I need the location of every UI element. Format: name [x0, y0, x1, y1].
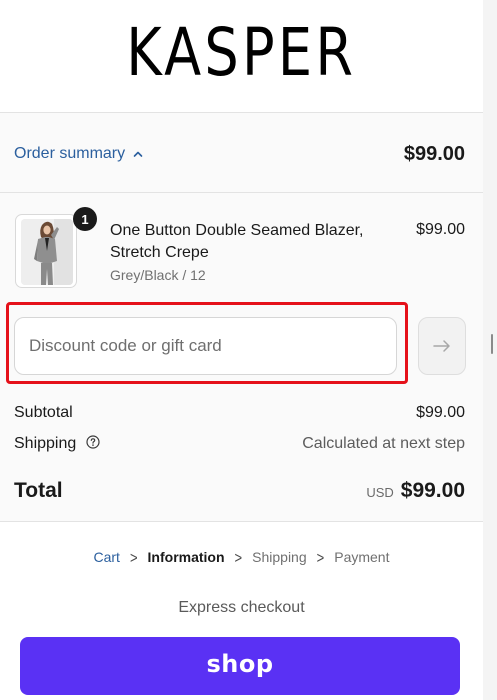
subtotal-value: $99.00	[416, 404, 465, 421]
brand-logo[interactable]: KASPER	[126, 14, 356, 91]
shop-pay-logo: shop	[206, 650, 274, 678]
header: KASPER	[0, 0, 483, 112]
shipping-label: Shipping	[14, 435, 77, 452]
currency-code: USD	[366, 485, 394, 500]
discount-code-input[interactable]	[14, 317, 397, 375]
product-price: $99.00	[416, 221, 465, 238]
total-label: Total	[14, 479, 63, 502]
shipping-value: Calculated at next step	[302, 435, 465, 452]
subtotal-label: Subtotal	[14, 404, 73, 421]
apply-discount-button[interactable]	[418, 317, 466, 375]
total-value: $99.00	[400, 479, 465, 502]
help-circle-icon[interactable]	[86, 435, 100, 449]
breadcrumb-cart[interactable]: Cart	[94, 549, 120, 565]
arrow-right-icon	[433, 340, 450, 352]
checkout-page: KASPER Order summary $99.00 1 One Button…	[0, 0, 483, 700]
product-thumbnail	[15, 214, 77, 288]
scroll-gutter	[483, 0, 497, 700]
chevron-right-icon: >	[234, 548, 243, 566]
breadcrumb: Cart > Information > Shipping > Payment	[0, 548, 483, 566]
product-variant: Grey/Black / 12	[110, 267, 206, 283]
product-image	[21, 219, 73, 285]
summary-divider	[0, 192, 483, 193]
breadcrumb-information: Information	[147, 549, 225, 565]
quantity-badge: 1	[73, 207, 97, 231]
order-summary-toggle-label: Order summary	[14, 145, 126, 162]
chevron-up-icon	[133, 151, 143, 157]
shop-pay-button[interactable]: shop	[20, 637, 460, 695]
total-amount: USD $99.00	[366, 479, 465, 503]
product-name: One Button Double Seamed Blazer, Stretch…	[110, 222, 364, 261]
order-summary-total: $99.00	[403, 143, 465, 165]
order-summary-toggle[interactable]: Order summary	[14, 145, 143, 163]
breadcrumb-shipping: Shipping	[252, 549, 307, 565]
chevron-right-icon: >	[316, 548, 325, 566]
chevron-right-icon: >	[129, 548, 138, 566]
shipping-row: Shipping	[14, 435, 100, 453]
breadcrumb-payment: Payment	[334, 549, 390, 565]
resize-handle[interactable]	[491, 334, 493, 354]
blazer-image	[21, 219, 73, 285]
express-checkout-label: Express checkout	[178, 599, 305, 616]
